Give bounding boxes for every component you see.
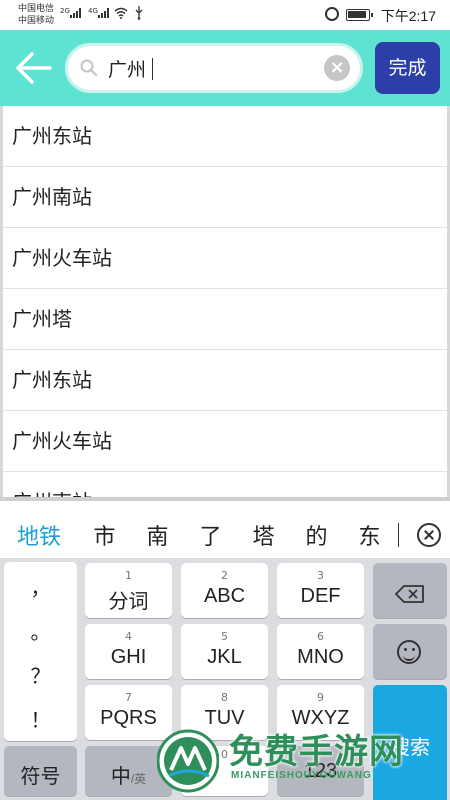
search-input[interactable] [108, 52, 318, 84]
watermark-subtitle: MIANFEISHOUYOUWANG [231, 770, 372, 781]
network-type-2: 4G [88, 7, 98, 15]
key-3[interactable]: 3 DEF [277, 563, 364, 618]
status-bar: 中国电信 中国移动 2G 4G 下午2:17 [0, 0, 450, 30]
done-button[interactable]: 完成 [375, 42, 440, 94]
list-item[interactable]: 广州火车站 [3, 228, 447, 289]
clock: 下午2:17 [380, 8, 436, 24]
list-item[interactable]: 广州火车站 [3, 411, 447, 472]
candidate-divider [398, 523, 399, 547]
search-icon [80, 59, 98, 77]
candidate-bar: 地铁 市 南 了 塔 的 东 [0, 512, 450, 558]
candidate-word[interactable]: 塔 [237, 519, 290, 551]
clear-icon[interactable]: × [324, 55, 350, 81]
signal-icon [70, 8, 82, 18]
list-item[interactable]: 广州东站 [3, 106, 447, 167]
backspace-key[interactable] [373, 563, 447, 618]
alarm-icon [325, 7, 339, 21]
punct-key[interactable]: 。 [4, 616, 77, 645]
key-1[interactable]: 1 分词 [85, 563, 172, 618]
candidate-word[interactable]: 的 [290, 519, 343, 551]
lang-primary: 中 [110, 766, 131, 788]
smiley-icon [397, 640, 421, 664]
back-arrow-icon[interactable] [14, 50, 54, 86]
backspace-icon [395, 585, 424, 603]
key-2[interactable]: 2 ABC [181, 563, 268, 618]
carrier-labels: 中国电信 中国移动 [18, 3, 54, 27]
punctuation-column[interactable]: ， 。 ？ ！ [4, 562, 77, 741]
list-scroll-edge [0, 497, 450, 501]
punct-key[interactable]: ， [4, 572, 77, 601]
candidate-word[interactable]: 市 [78, 519, 131, 551]
watermark-title: 免费手游网 [229, 732, 404, 772]
candidate-word[interactable]: 了 [184, 519, 237, 551]
list-item[interactable]: 广州南站 [3, 472, 447, 499]
key-4[interactable]: 4 GHI [85, 624, 172, 679]
candidate-word[interactable]: 东 [343, 519, 396, 551]
key-6[interactable]: 6 MNO [277, 624, 364, 679]
watermark-logo [157, 729, 219, 793]
key-5[interactable]: 5 JKL [181, 624, 268, 679]
candidate-word[interactable]: 南 [131, 519, 184, 551]
carrier-2: 中国移动 [18, 16, 55, 26]
list-item[interactable]: 广州东站 [3, 350, 447, 411]
watermark: 免费手游网 MIANFEISHOUYOUWANG [155, 722, 450, 800]
signal-icon [98, 8, 110, 18]
punct-key[interactable]: ？ [4, 660, 77, 689]
text-cursor [152, 58, 153, 80]
battery-icon [346, 9, 373, 21]
list-item[interactable]: 广州南站 [3, 167, 447, 228]
list-item[interactable]: 广州塔 [3, 289, 447, 350]
search-box[interactable]: × [65, 43, 363, 93]
wifi-icon [114, 7, 128, 19]
lang-secondary: /英 [130, 772, 147, 786]
emoji-key[interactable] [373, 624, 447, 679]
usb-icon [135, 6, 143, 20]
search-header: × 完成 [0, 30, 450, 106]
punct-key[interactable]: ！ [4, 704, 77, 733]
symbols-key[interactable]: 符号 [4, 746, 77, 796]
collapse-candidates-icon[interactable] [417, 523, 441, 547]
carrier-1: 中国电信 [18, 4, 55, 14]
candidate-word[interactable]: 地铁 [0, 519, 78, 551]
network-type-1: 2G [60, 7, 70, 15]
suggestion-list: 广州东站 广州南站 广州火车站 广州塔 广州东站 广州火车站 广州南站 [0, 106, 450, 499]
